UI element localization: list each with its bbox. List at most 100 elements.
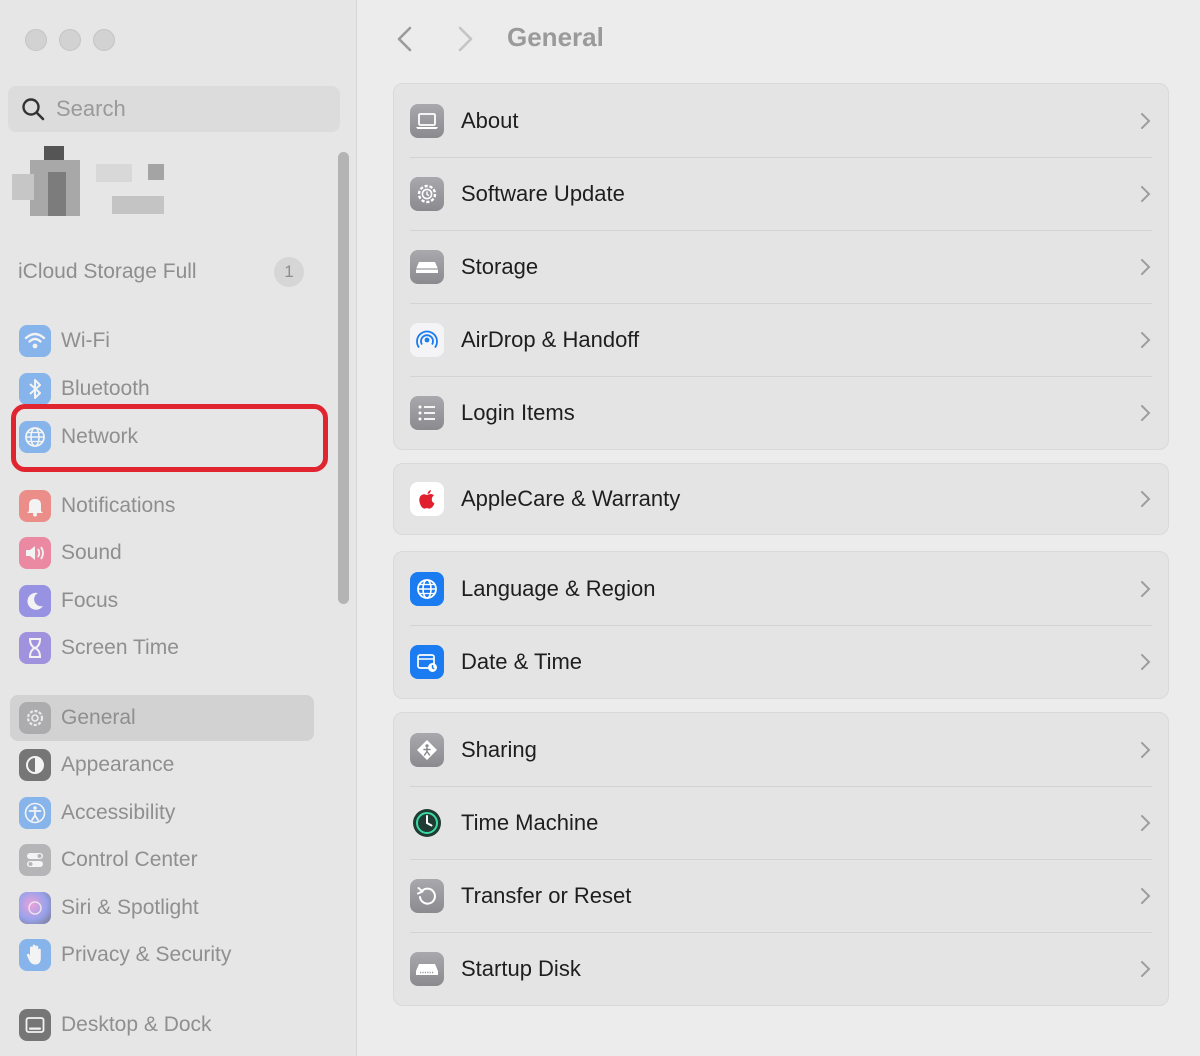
sidebar-item-label: General [61, 706, 136, 729]
chevron-right-icon [1141, 653, 1151, 670]
sidebar-item-desktop-dock[interactable]: Desktop & Dock [10, 1002, 314, 1048]
settings-row-time-machine[interactable]: Time Machine [394, 786, 1168, 859]
sidebar-item-sound[interactable]: Sound [10, 530, 314, 576]
chevron-right-icon [1141, 185, 1151, 202]
wifi-icon [19, 325, 51, 357]
chevron-right-icon [1141, 404, 1151, 421]
appearance-icon [19, 749, 51, 781]
apple-logo-icon [410, 482, 444, 516]
sidebar-item-siri-spotlight[interactable]: Siri & Spotlight [10, 885, 314, 931]
moon-icon [19, 585, 51, 617]
chevron-right-icon [1141, 887, 1151, 904]
sidebar-item-general[interactable]: General [10, 695, 314, 741]
avatar[interactable] [12, 146, 172, 218]
settings-row-storage[interactable]: Storage [394, 230, 1168, 303]
row-label: Language & Region [461, 575, 656, 601]
sidebar-item-appearance[interactable]: Appearance [10, 742, 314, 788]
globe-icon [410, 571, 444, 606]
sidebar-item-notifications[interactable]: Notifications [10, 483, 314, 529]
row-label: Login Items [461, 399, 575, 425]
chevron-right-icon [1141, 258, 1151, 275]
sidebar-item-privacy-security[interactable]: Privacy & Security [10, 932, 314, 978]
bell-icon [19, 490, 51, 522]
settings-row-applecare-warranty[interactable]: AppleCare & Warranty [394, 464, 1168, 534]
bluetooth-icon [19, 373, 51, 405]
search-input[interactable] [54, 95, 318, 123]
settings-group-sharing-backup: Sharing Time Machine Transfer or Reset S… [393, 712, 1169, 1006]
sharing-icon [410, 732, 444, 767]
sidebar-item-focus[interactable]: Focus [10, 578, 314, 624]
sidebar-item-screen-time[interactable]: Screen Time [10, 625, 314, 671]
settings-row-date-time[interactable]: Date & Time [394, 625, 1168, 698]
siri-icon [19, 892, 51, 924]
row-label: Time Machine [461, 809, 599, 835]
page-title: General [507, 22, 604, 52]
hand-icon [19, 939, 51, 971]
accessibility-icon [19, 797, 51, 829]
sidebar-scrollbar[interactable] [338, 152, 349, 604]
notification-count-badge: 1 [274, 257, 304, 287]
airdrop-icon [410, 322, 444, 357]
icloud-storage-label: iCloud Storage Full [18, 260, 197, 283]
settings-row-airdrop-handoff[interactable]: AirDrop & Handoff [394, 303, 1168, 376]
sidebar-item-label: Appearance [61, 753, 175, 776]
drive-icon [410, 249, 444, 284]
sidebar-item-label: Focus [61, 589, 119, 612]
sidebar-item-label: Screen Time [61, 636, 179, 659]
list-icon [410, 395, 444, 430]
settings-row-login-items[interactable]: Login Items [394, 376, 1168, 449]
reset-icon [410, 878, 444, 913]
sidebar-item-label: Accessibility [61, 801, 176, 824]
disk-icon [410, 951, 444, 986]
sidebar-item-label: Control Center [61, 848, 198, 871]
hourglass-icon [19, 632, 51, 664]
gear-badge-icon [410, 176, 444, 211]
row-label: Startup Disk [461, 955, 581, 981]
row-label: Storage [461, 253, 539, 279]
row-label: About [461, 107, 519, 133]
sidebar: iCloud Storage Full 1 Wi-Fi Bluetooth Ne… [0, 0, 357, 1056]
search-field[interactable] [8, 86, 340, 132]
row-label: Sharing [461, 736, 537, 762]
sidebar-item-label: Desktop & Dock [61, 1013, 212, 1036]
settings-row-software-update[interactable]: Software Update [394, 157, 1168, 230]
settings-row-transfer-reset[interactable]: Transfer or Reset [394, 859, 1168, 932]
settings-group-locale: Language & Region Date & Time [393, 551, 1169, 699]
minimize-window-button[interactable] [59, 29, 81, 51]
chevron-right-icon [1141, 814, 1151, 831]
laptop-icon [410, 103, 444, 138]
row-label: AppleCare & Warranty [461, 486, 681, 511]
settings-row-sharing[interactable]: Sharing [394, 713, 1168, 786]
sidebar-item-label: Sound [61, 541, 122, 564]
forward-button[interactable] [453, 24, 477, 54]
sidebar-item-control-center[interactable]: Control Center [10, 837, 314, 883]
zoom-window-button[interactable] [93, 29, 115, 51]
settings-group-applecare: AppleCare & Warranty [393, 463, 1169, 535]
dock-icon [19, 1009, 51, 1041]
chevron-right-icon [1141, 960, 1151, 977]
settings-row-about[interactable]: About [394, 84, 1168, 157]
settings-row-language-region[interactable]: Language & Region [394, 552, 1168, 625]
sidebar-item-wifi[interactable]: Wi-Fi [10, 318, 314, 364]
search-icon [22, 98, 45, 121]
sidebar-item-label: Notifications [61, 494, 176, 517]
icloud-storage-full-alert[interactable]: iCloud Storage Full 1 [18, 256, 308, 288]
chevron-right-icon [1141, 112, 1151, 129]
chevron-right-icon [1141, 580, 1151, 597]
window-controls [25, 29, 115, 51]
calendar-clock-icon [410, 644, 444, 679]
row-label: Transfer or Reset [461, 882, 632, 908]
close-window-button[interactable] [25, 29, 47, 51]
settings-row-startup-disk[interactable]: Startup Disk [394, 932, 1168, 1005]
sidebar-item-label: Privacy & Security [61, 943, 232, 966]
back-button[interactable] [393, 24, 417, 54]
row-label: Software Update [461, 180, 625, 206]
chevron-right-icon [1141, 741, 1151, 758]
sidebar-item-accessibility[interactable]: Accessibility [10, 790, 314, 836]
gear-icon [19, 702, 51, 734]
sidebar-item-label: Wi-Fi [61, 329, 110, 352]
network-highlight-annotation [11, 404, 328, 472]
row-label: AirDrop & Handoff [461, 326, 640, 352]
sidebar-item-label: Siri & Spotlight [61, 896, 199, 919]
main-content: General About Software Update Storage Ai… [357, 0, 1200, 1056]
